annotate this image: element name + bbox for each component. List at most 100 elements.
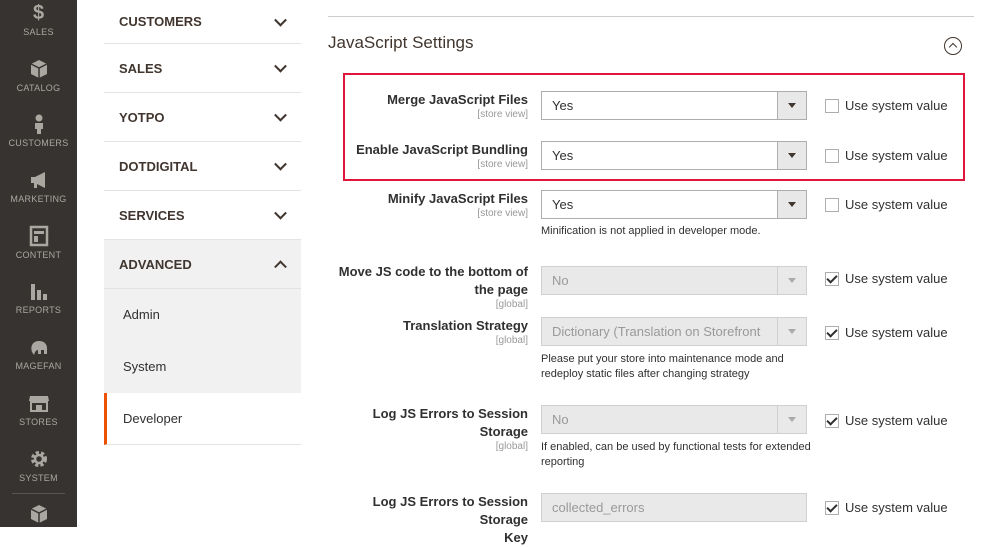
field-label: Log JS Errors to Session Storage [global… <box>328 405 528 452</box>
tab-item-label: Admin <box>123 307 160 322</box>
use-system-label: Use system value <box>845 500 948 515</box>
select-arrow-icon <box>777 191 806 218</box>
section-title[interactable]: JavaScript Settings <box>328 33 474 53</box>
nav-label: REPORTS <box>15 305 62 315</box>
field-scope: [global] <box>495 335 528 346</box>
select-arrow-icon <box>777 318 806 345</box>
advanced-subitems: Admin System Developer <box>104 289 301 445</box>
tab-yotpo[interactable]: YOTPO <box>104 93 301 142</box>
nav-label: SALES <box>23 27 54 37</box>
merge-js-select[interactable]: Yes <box>541 91 807 120</box>
field-label-text: Move JS code to the bottom of <box>338 264 528 279</box>
use-system-label: Use system value <box>845 325 948 340</box>
nav-label: CONTENT <box>15 250 62 260</box>
tab-item-admin[interactable]: Admin <box>104 289 301 341</box>
use-system-value[interactable]: Use system value <box>825 148 948 163</box>
gear-icon <box>30 451 47 467</box>
nav-reports[interactable]: REPORTS <box>0 280 77 315</box>
nav-extensions[interactable] <box>0 503 77 525</box>
dollar-icon: $ <box>32 2 45 24</box>
collapse-section-icon[interactable] <box>944 37 962 55</box>
use-system-value[interactable]: Use system value <box>825 271 948 286</box>
select-value: Yes <box>552 148 574 163</box>
select-value: No <box>552 412 569 427</box>
field-label: Minify JavaScript Files [store view] <box>328 190 528 219</box>
minify-js-select[interactable]: Yes <box>541 190 807 219</box>
nav-marketing[interactable]: MARKETING <box>0 169 77 204</box>
tab-item-system[interactable]: System <box>104 341 301 393</box>
use-system-label: Use system value <box>845 271 948 286</box>
select-value: Yes <box>552 98 574 113</box>
move-js-select[interactable]: No <box>541 266 807 295</box>
nav-label: CATALOG <box>16 83 61 93</box>
field-note: Please put your store into maintenance m… <box>541 353 784 380</box>
use-system-checkbox[interactable] <box>825 413 839 428</box>
use-system-checkbox[interactable] <box>825 197 839 212</box>
nav-stores[interactable]: STORES <box>0 392 77 427</box>
tab-label: SERVICES <box>119 207 185 223</box>
use-system-value[interactable]: Use system value <box>825 413 948 428</box>
js-bundling-select[interactable]: Yes <box>541 141 807 170</box>
tab-advanced[interactable]: ADVANCED <box>104 240 301 289</box>
tab-sales[interactable]: SALES <box>104 44 301 93</box>
log-js-errors-key-input[interactable]: collected_errors <box>541 493 807 522</box>
select-arrow-icon <box>777 406 806 433</box>
field-label-text: Minify JavaScript Files <box>387 191 528 206</box>
nav-divider <box>12 493 65 494</box>
field-note: Minification is not applied in developer… <box>541 225 761 237</box>
nav-content[interactable]: CONTENT <box>0 225 77 260</box>
input-value: collected_errors <box>552 500 645 515</box>
field-note: If enabled, can be used by functional te… <box>541 441 811 468</box>
log-js-errors-select[interactable]: No <box>541 405 807 434</box>
select-arrow-icon <box>777 267 806 294</box>
use-system-value[interactable]: Use system value <box>825 500 948 515</box>
use-system-checkbox[interactable] <box>825 98 839 113</box>
field-label-text: Merge JavaScript Files <box>387 92 528 107</box>
nav-customers[interactable]: CUSTOMERS <box>0 113 77 148</box>
chevron-down-icon <box>274 108 287 122</box>
bar-chart-icon <box>30 284 47 300</box>
chevron-down-icon <box>274 59 287 73</box>
chevron-down-icon <box>274 13 287 27</box>
translation-strategy-select[interactable]: Dictionary (Translation on Storefront <box>541 317 807 346</box>
use-system-checkbox[interactable] <box>825 271 839 286</box>
person-icon <box>34 114 43 134</box>
field-scope: [global] <box>495 441 528 452</box>
field-label: Translation Strategy [global] <box>328 317 528 346</box>
tab-label: SALES <box>119 60 163 76</box>
tab-dotdigital[interactable]: DOTDIGITAL <box>104 142 301 191</box>
layout-icon <box>29 225 48 247</box>
nav-system[interactable]: SYSTEM <box>0 448 77 483</box>
storefront-icon <box>28 396 49 412</box>
admin-sidebar: $ SALES CATALOG CUSTOMERS MARKETING CONT… <box>0 0 77 527</box>
tab-customers[interactable]: CUSTOMERS <box>104 0 301 44</box>
select-value: No <box>552 273 569 288</box>
field-label-text: Enable JavaScript Bundling <box>356 142 528 157</box>
use-system-checkbox[interactable] <box>825 148 839 163</box>
use-system-label: Use system value <box>845 197 948 212</box>
tab-services[interactable]: SERVICES <box>104 191 301 240</box>
nav-catalog[interactable]: CATALOG <box>0 58 77 93</box>
field-label: Move JS code to the bottom of the page [… <box>328 263 528 310</box>
tab-label: CUSTOMERS <box>119 14 202 29</box>
use-system-checkbox[interactable] <box>825 325 839 340</box>
nav-label: MARKETING <box>10 194 67 204</box>
tab-label: YOTPO <box>119 109 165 125</box>
field-label-text: Translation Strategy <box>403 318 528 333</box>
nav-label: SYSTEM <box>19 473 58 483</box>
field-label-text: Log JS Errors to Session Storage <box>372 406 528 439</box>
nav-label: MAGEFAN <box>15 361 62 371</box>
field-label: Merge JavaScript Files [store view] <box>328 91 528 120</box>
nav-sales[interactable]: $ SALES <box>0 2 77 37</box>
tab-item-developer[interactable]: Developer <box>104 393 301 445</box>
megaphone-icon <box>30 172 45 188</box>
nav-magefan[interactable]: MAGEFAN <box>0 336 77 371</box>
use-system-value[interactable]: Use system value <box>825 325 948 340</box>
tab-item-label: System <box>123 359 167 374</box>
field-scope: [store view] <box>477 109 528 120</box>
chevron-down-icon <box>274 206 287 220</box>
use-system-value[interactable]: Use system value <box>825 197 948 212</box>
field-label-text: Key <box>504 530 528 545</box>
use-system-value[interactable]: Use system value <box>825 98 948 113</box>
use-system-checkbox[interactable] <box>825 500 839 515</box>
